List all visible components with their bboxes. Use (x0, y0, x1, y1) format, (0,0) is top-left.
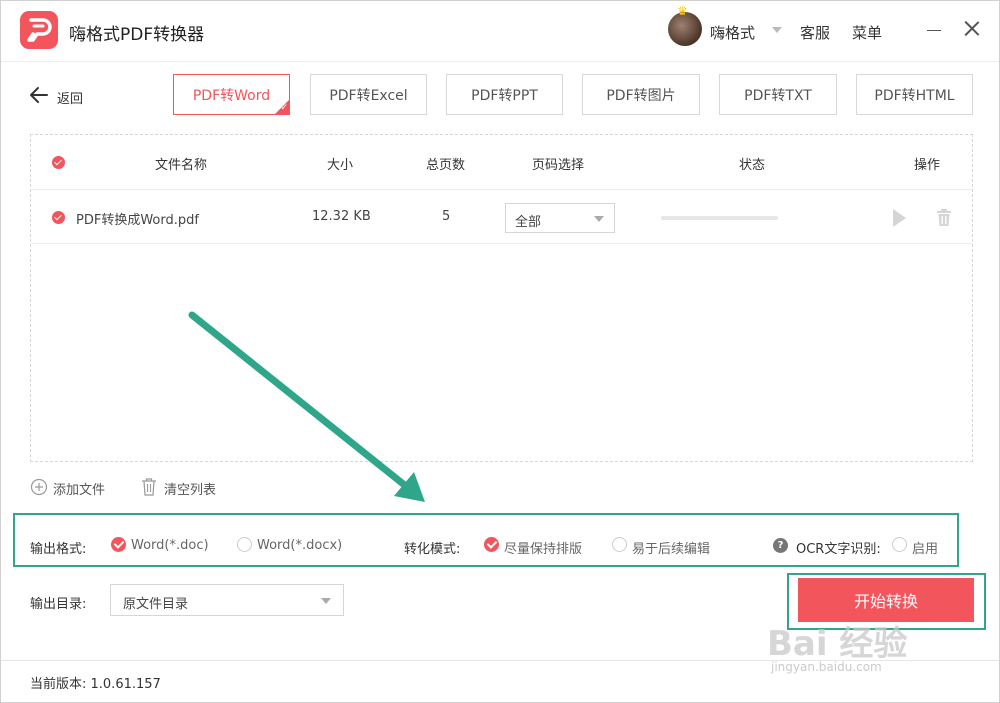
table-row: PDF转换成Word.pdf 12.32 KB 5 全部 (31, 190, 972, 244)
mode-editable-radio[interactable] (612, 537, 627, 552)
arrow-left-icon (30, 87, 48, 103)
trash-icon[interactable] (936, 209, 952, 227)
format-docx-label[interactable]: Word(*.docx) (257, 538, 342, 553)
tab-label: PDF转Excel (329, 87, 408, 104)
tab-pdf-to-excel[interactable]: PDF转Excel (310, 74, 427, 115)
check-icon: ✓ (280, 103, 288, 113)
chevron-down-icon (594, 216, 604, 222)
output-dir-label: 输出目录: (30, 597, 87, 612)
app-logo-icon (20, 11, 58, 49)
plus-circle-icon (30, 478, 48, 496)
header-status: 状态 (739, 158, 766, 173)
mode-keep-layout-radio[interactable] (484, 537, 499, 552)
output-dir-value: 原文件目录 (123, 597, 189, 612)
title-divider (1, 61, 999, 62)
header-pages: 总页数 (426, 158, 466, 173)
help-icon[interactable]: ? (773, 538, 788, 553)
ocr-label: OCR文字识别: (796, 542, 881, 557)
tab-pdf-to-word[interactable]: PDF转Word ✓ (173, 74, 290, 115)
format-doc-radio[interactable] (111, 537, 126, 552)
play-icon[interactable] (893, 209, 906, 227)
tab-label: PDF转图片 (606, 87, 676, 104)
tab-pdf-to-txt[interactable]: PDF转TXT (719, 74, 837, 115)
vip-crown-icon: ♛ (677, 4, 688, 18)
file-list: 文件名称 大小 总页数 页码选择 状态 操作 PDF转换成Word.pdf 12… (30, 134, 973, 462)
tab-label: PDF转HTML (874, 87, 955, 104)
file-size: 12.32 KB (312, 209, 371, 224)
ocr-enable-radio[interactable] (892, 537, 907, 552)
row-checkbox[interactable] (52, 211, 65, 224)
conversion-progress (661, 216, 778, 220)
tab-label: PDF转TXT (744, 87, 812, 104)
menu-button[interactable]: 菜单 (852, 22, 882, 43)
header-page-select: 页码选择 (532, 158, 585, 173)
header-file-name: 文件名称 (155, 158, 208, 173)
format-docx-radio[interactable] (237, 537, 252, 552)
minimize-icon[interactable] (927, 30, 941, 31)
page-range-value: 全部 (515, 215, 542, 230)
mode-keep-layout-label[interactable]: 尽量保持排版 (504, 538, 582, 557)
output-dir-select[interactable]: 原文件目录 (110, 584, 344, 616)
watermark-url: jingyan.baidu.com (771, 660, 882, 674)
file-pages: 5 (442, 209, 451, 224)
footer-divider (1, 660, 999, 661)
ocr-enable-label[interactable]: 启用 (912, 538, 938, 557)
output-format-label: 输出格式: (30, 542, 87, 557)
mode-label: 转化模式: (404, 542, 461, 557)
tab-label: PDF转PPT (471, 87, 538, 104)
tab-label: PDF转Word (192, 87, 271, 104)
username[interactable]: 嗨格式 (710, 22, 755, 43)
version-text: 当前版本: 1.0.61.157 (30, 677, 161, 692)
page-range-select[interactable]: 全部 (505, 203, 615, 233)
tab-pdf-to-html[interactable]: PDF转HTML (856, 74, 973, 115)
add-file-label: 添加文件 (53, 483, 106, 498)
back-label: 返回 (57, 92, 84, 107)
header-actions: 操作 (914, 158, 941, 173)
tab-pdf-to-ppt[interactable]: PDF转PPT (446, 74, 563, 115)
tab-pdf-to-image[interactable]: PDF转图片 (582, 74, 700, 115)
mode-editable-label[interactable]: 易于后续编辑 (632, 538, 710, 557)
close-icon[interactable] (964, 20, 980, 36)
clear-list-label: 清空列表 (164, 483, 217, 498)
header-size: 大小 (327, 158, 354, 173)
app-window: 嗨格式PDF转换器 ♛ 嗨格式 客服 菜单 返回 PDF转Word ✓ PDF转… (0, 0, 1000, 703)
app-title: 嗨格式PDF转换器 (69, 25, 205, 45)
format-doc-label[interactable]: Word(*.doc) (131, 538, 209, 553)
trash-outline-icon (142, 478, 156, 496)
title-bar: 嗨格式PDF转换器 ♛ 嗨格式 客服 菜单 (1, 1, 999, 61)
file-name: PDF转换成Word.pdf (76, 213, 199, 228)
customer-service-button[interactable]: 客服 (800, 22, 830, 43)
select-all-checkbox[interactable] (52, 156, 65, 169)
user-dropdown-icon[interactable] (772, 27, 782, 33)
conversion-options: 输出格式: Word(*.doc) Word(*.docx) 转化模式: 尽量保… (13, 513, 959, 567)
chevron-down-icon (321, 598, 331, 604)
table-header: 文件名称 大小 总页数 页码选择 状态 操作 (31, 135, 972, 190)
start-convert-button[interactable]: 开始转换 (798, 578, 974, 622)
